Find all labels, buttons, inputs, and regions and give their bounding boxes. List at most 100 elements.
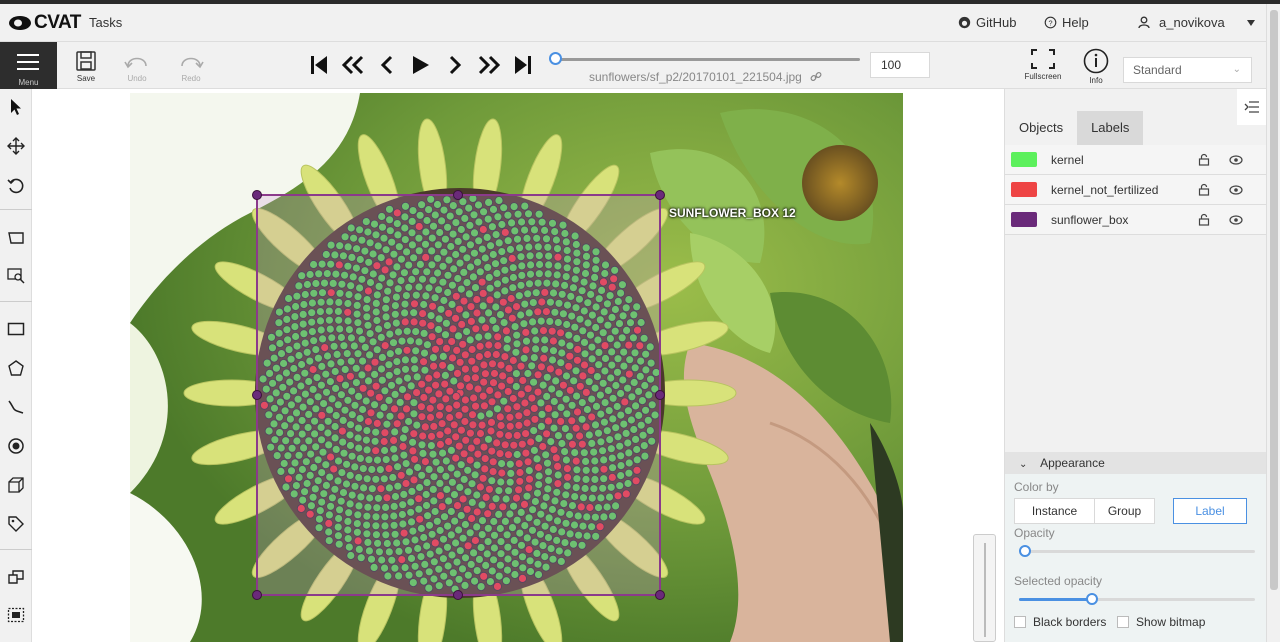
play-button[interactable] bbox=[404, 50, 438, 80]
label-name: kernel_not_fertilized bbox=[1051, 183, 1159, 197]
header: CVAT Tasks GitHub ? Help a_novikova bbox=[0, 4, 1266, 42]
opacity-slider-handle[interactable] bbox=[1019, 545, 1031, 557]
chevron-down-icon: ⌄ bbox=[1019, 459, 1028, 470]
zoom-scrollbar[interactable] bbox=[973, 534, 996, 642]
info-label: Info bbox=[1089, 76, 1103, 85]
black-borders-checkbox[interactable]: Black borders bbox=[1014, 615, 1106, 629]
unlock-icon[interactable] bbox=[1198, 183, 1210, 201]
appearance-header[interactable]: ⌄ Appearance bbox=[1005, 452, 1267, 474]
label-name: sunflower_box bbox=[1051, 213, 1129, 227]
menu-fold-icon bbox=[1244, 101, 1259, 113]
help-link[interactable]: ? Help bbox=[1044, 15, 1089, 30]
user-name: a_novikova bbox=[1159, 15, 1225, 30]
selected-opacity-slider-handle[interactable] bbox=[1086, 593, 1098, 605]
group-icon bbox=[7, 607, 25, 623]
step-back-button[interactable] bbox=[336, 50, 370, 80]
polyline-icon bbox=[8, 400, 24, 414]
workspace-select[interactable]: Standard ⌄ bbox=[1123, 57, 1252, 83]
shape-label-text: SUNFLOWER_BOX 12 bbox=[669, 206, 796, 220]
label-item[interactable]: sunflower_box bbox=[1005, 205, 1267, 235]
zoom-region-tool[interactable] bbox=[0, 262, 32, 290]
color-by-instance[interactable]: Instance bbox=[1014, 498, 1095, 524]
last-frame-button[interactable] bbox=[506, 50, 540, 80]
checkbox-box[interactable] bbox=[1117, 616, 1129, 628]
link-icon[interactable] bbox=[810, 71, 822, 83]
fit-image-icon bbox=[8, 232, 24, 244]
black-borders-label: Black borders bbox=[1033, 615, 1107, 629]
draw-rectangle-tool[interactable] bbox=[0, 315, 32, 343]
tab-labels[interactable]: Labels bbox=[1077, 111, 1144, 145]
info-button[interactable]: Info bbox=[1076, 48, 1116, 85]
first-frame-button[interactable] bbox=[302, 50, 336, 80]
double-chevron-left-icon bbox=[341, 55, 364, 75]
frame-number-input[interactable]: 100 bbox=[870, 52, 930, 78]
setup-tag-tool[interactable] bbox=[0, 510, 32, 538]
cvat-logo[interactable]: CVAT bbox=[8, 11, 81, 35]
user-menu[interactable]: a_novikova bbox=[1138, 15, 1256, 30]
frame-slider-track[interactable] bbox=[555, 58, 860, 61]
play-icon bbox=[413, 56, 429, 74]
player-controls bbox=[302, 50, 540, 80]
page-scrollbar[interactable] bbox=[1266, 4, 1280, 642]
fit-image-tool[interactable] bbox=[0, 224, 32, 252]
label-color-swatch[interactable] bbox=[1011, 182, 1037, 197]
draw-points-tool[interactable] bbox=[0, 432, 32, 460]
appearance-title: Appearance bbox=[1040, 456, 1105, 470]
draw-cuboid-tool[interactable] bbox=[0, 471, 32, 499]
nav-tasks[interactable]: Tasks bbox=[89, 15, 122, 30]
opacity-slider-track[interactable] bbox=[1019, 550, 1255, 553]
tool-divider bbox=[0, 209, 32, 210]
tool-divider bbox=[0, 301, 32, 302]
draw-polyline-tool[interactable] bbox=[0, 393, 32, 421]
unlock-icon[interactable] bbox=[1198, 153, 1210, 171]
show-bitmap-checkbox[interactable]: Show bitmap bbox=[1117, 615, 1205, 629]
show-bitmap-label: Show bitmap bbox=[1136, 615, 1206, 629]
rectangle-icon bbox=[7, 322, 25, 336]
prev-frame-button[interactable] bbox=[370, 50, 404, 80]
last-frame-icon bbox=[515, 56, 531, 74]
chevron-down-icon: ⌄ bbox=[1232, 64, 1241, 75]
label-color-swatch[interactable] bbox=[1011, 152, 1037, 167]
help-label: Help bbox=[1062, 15, 1089, 30]
label-item[interactable]: kernel_not_fertilized bbox=[1005, 175, 1267, 205]
redo-button[interactable]: Redo bbox=[171, 48, 211, 83]
color-by-group[interactable]: Group bbox=[1094, 498, 1155, 524]
color-by-label-option[interactable]: Label bbox=[1173, 498, 1247, 524]
menu-button[interactable]: Menu bbox=[0, 42, 57, 89]
step-forward-button[interactable] bbox=[472, 50, 506, 80]
appearance-body: Color by Instance Group Label Opacity Se… bbox=[1005, 474, 1267, 642]
rotate-tool[interactable] bbox=[0, 172, 32, 200]
opacity-label: Opacity bbox=[1014, 526, 1055, 540]
label-color-swatch[interactable] bbox=[1011, 212, 1037, 227]
save-button[interactable]: Save bbox=[66, 48, 106, 83]
draw-polygon-tool[interactable] bbox=[0, 354, 32, 382]
save-icon bbox=[76, 51, 96, 71]
unlock-icon[interactable] bbox=[1198, 213, 1210, 231]
help-icon: ? bbox=[1044, 16, 1057, 29]
cursor-tool[interactable] bbox=[0, 93, 32, 121]
merge-icon bbox=[8, 570, 24, 584]
undo-button[interactable]: Undo bbox=[117, 48, 157, 83]
fullscreen-button[interactable]: Fullscreen bbox=[1020, 48, 1066, 81]
group-shapes-tool[interactable] bbox=[0, 601, 32, 629]
eye-icon[interactable] bbox=[1229, 153, 1243, 171]
collapse-sidebar-button[interactable] bbox=[1237, 89, 1267, 125]
merge-shapes-tool[interactable] bbox=[0, 563, 32, 591]
annotation-canvas[interactable]: SUNFLOWER_BOX 12 bbox=[33, 89, 1003, 642]
move-tool[interactable] bbox=[0, 132, 32, 160]
frame-slider-handle[interactable] bbox=[549, 52, 562, 65]
label-item[interactable]: kernel bbox=[1005, 145, 1267, 175]
info-icon bbox=[1083, 48, 1109, 74]
tag-icon bbox=[8, 516, 24, 532]
label-name: kernel bbox=[1051, 153, 1084, 167]
eye-icon[interactable] bbox=[1229, 183, 1243, 201]
eye-icon[interactable] bbox=[1229, 213, 1243, 231]
first-frame-icon bbox=[311, 56, 327, 74]
next-frame-button[interactable] bbox=[438, 50, 472, 80]
checkbox-box[interactable] bbox=[1014, 616, 1026, 628]
github-link[interactable]: GitHub bbox=[958, 15, 1016, 30]
hamburger-icon bbox=[17, 54, 39, 70]
tab-objects[interactable]: Objects bbox=[1005, 111, 1077, 145]
selected-opacity-slider-fill bbox=[1019, 598, 1095, 601]
sunflower-box-shape[interactable] bbox=[33, 89, 1003, 642]
